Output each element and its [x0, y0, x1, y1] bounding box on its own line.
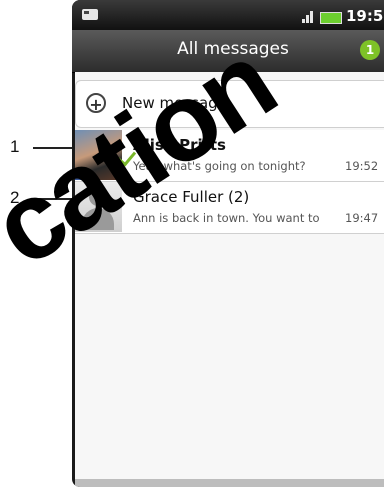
thread-row[interactable]: f Alisa Pritts Yeah what's going on toni…: [75, 130, 384, 182]
default-contact-icon: [89, 188, 107, 206]
bottom-bar: [75, 479, 384, 487]
page-title: All messages: [177, 39, 289, 59]
callout-1: 1: [0, 137, 80, 157]
status-bar: 19:57: [72, 0, 384, 30]
contact-name: Alisa Pritts: [133, 136, 226, 154]
message-snippet: Ann is back in town. You want to: [133, 211, 320, 225]
callout-2: 2: [0, 188, 80, 208]
phone-screen: 19:57 All messages 1 + New message f Ali…: [72, 0, 384, 487]
message-time: 19:47: [345, 211, 379, 225]
thread-row[interactable]: Grace Fuller (2) Ann is back in town. Yo…: [75, 182, 384, 234]
message-notification-icon[interactable]: [82, 9, 98, 20]
message-snippet: Yeah what's going on tonight?: [133, 159, 306, 173]
facebook-icon: f: [75, 168, 87, 180]
new-message-label: New message: [122, 94, 227, 112]
unread-badge: 1: [360, 40, 380, 60]
message-time: 19:52: [345, 159, 379, 173]
plus-icon: +: [86, 93, 106, 114]
status-time: 19:57: [346, 7, 384, 25]
callout-number: 1: [10, 137, 20, 156]
signal-icon: [302, 11, 314, 23]
avatar[interactable]: [75, 182, 122, 232]
title-bar: All messages 1: [72, 30, 384, 73]
contact-name: Grace Fuller (2): [133, 188, 250, 206]
new-message-button[interactable]: + New message: [75, 80, 384, 128]
battery-icon: [320, 12, 342, 24]
avatar[interactable]: f: [75, 130, 122, 180]
callout-number: 2: [10, 188, 20, 207]
message-list: + New message f Alisa Pritts Yeah what's…: [75, 72, 384, 479]
